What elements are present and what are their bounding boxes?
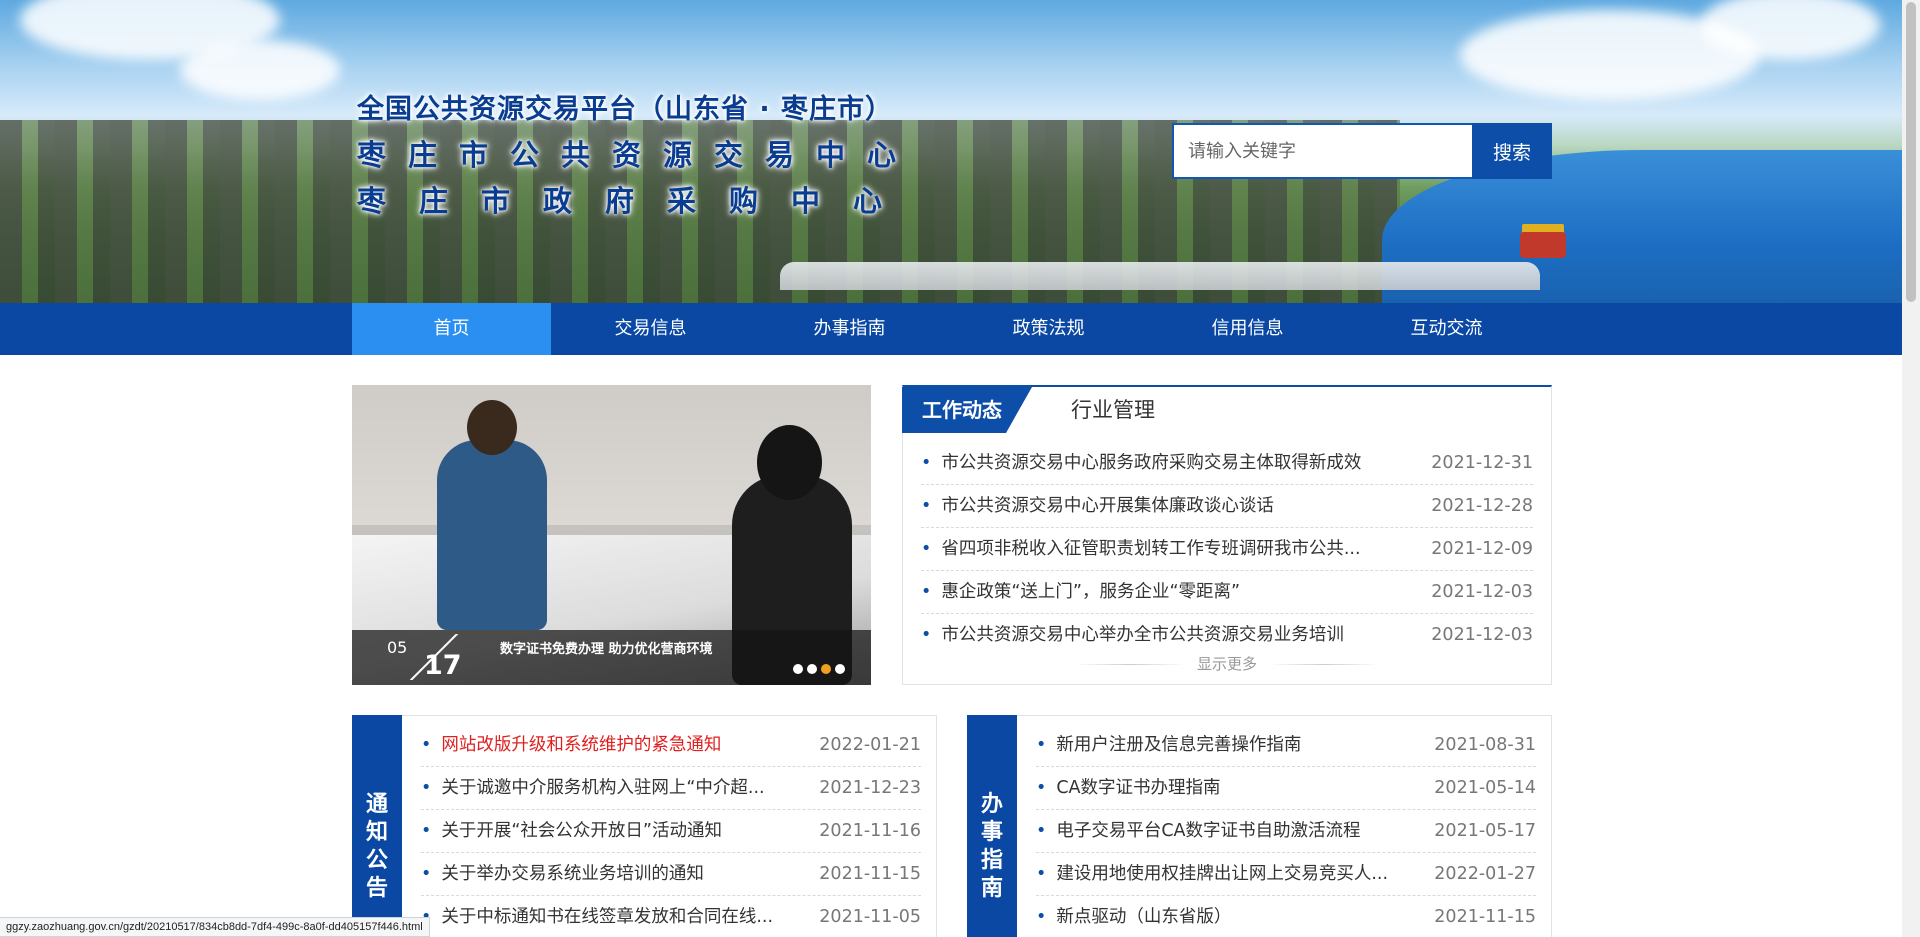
guide-date: 2022-01-27 xyxy=(1434,864,1536,884)
page: 全国公共资源交易平台（山东省 · 枣庄市） 枣庄市公共资源交易中心 枣庄市政府采… xyxy=(0,0,1920,937)
slide-dots xyxy=(793,664,845,674)
news-title[interactable]: 市公共资源交易中心服务政府采购交易主体取得新成效 xyxy=(921,442,1361,484)
side-label-char: 告 xyxy=(365,876,388,901)
site-title-line1: 全国公共资源交易平台（山东省 · 枣庄市） xyxy=(357,94,894,125)
banner-boat xyxy=(1520,232,1566,258)
main-nav: 首页 交易信息 办事指南 政策法规 信用信息 互动交流 xyxy=(0,303,1902,355)
search-button[interactable]: 搜索 xyxy=(1472,123,1552,179)
guide-date: 2021-08-31 xyxy=(1434,735,1536,755)
news-title[interactable]: 省四项非税收入征管职责划转工作专班调研我市公共... xyxy=(921,528,1360,570)
list-item[interactable]: CA数字证书办理指南 2021-05-14 xyxy=(1036,767,1536,810)
show-more-link[interactable]: 显示更多 xyxy=(903,653,1551,674)
notices-side-label: 通 知 公 告 xyxy=(352,715,402,937)
side-label-char: 指 xyxy=(980,848,1003,873)
notice-date: 2022-01-21 xyxy=(819,735,921,755)
nav-item-policy[interactable]: 政策法规 xyxy=(949,303,1148,355)
slide-dot-active[interactable] xyxy=(821,664,831,674)
slide-caption-text[interactable]: 数字证书免费办理 助力优化营商环境 xyxy=(500,638,713,657)
list-item[interactable]: 关于中标通知书在线签章发放和合同在线... 2021-11-05 xyxy=(421,896,921,937)
news-date: 2021-12-09 xyxy=(1431,539,1533,559)
guide-title[interactable]: 新点驱动（山东省版） xyxy=(1036,896,1231,937)
list-item[interactable]: 电子交易平台CA数字证书自助激活流程 2021-05-17 xyxy=(1036,810,1536,853)
nav-item-credit[interactable]: 信用信息 xyxy=(1148,303,1347,355)
site-title-line3: 枣庄市政府采购中心 xyxy=(357,184,916,218)
notices-panel: 通 知 公 告 网站改版升级和系统维护的紧急通知 2022-01-21 关于诚邀中… xyxy=(352,715,937,937)
guide-date: 2021-05-14 xyxy=(1434,778,1536,798)
banner-bridge xyxy=(780,262,1540,290)
photo-slider[interactable]: 05 17 数字证书免费办理 助力优化营商环境 xyxy=(352,385,871,685)
show-more-label[interactable]: 显示更多 xyxy=(1197,655,1257,673)
list-item[interactable]: 新用户注册及信息完善操作指南 2021-08-31 xyxy=(1036,724,1536,767)
slide-month: 05 xyxy=(387,638,408,657)
slide-caption-bar[interactable]: 05 17 数字证书免费办理 助力优化营商环境 xyxy=(352,630,871,685)
search-input[interactable] xyxy=(1172,123,1472,179)
side-label-char: 通 xyxy=(365,792,388,817)
guides-side-label: 办 事 指 南 xyxy=(967,715,1017,937)
nav-item-home[interactable]: 首页 xyxy=(352,303,551,355)
guide-title[interactable]: 新用户注册及信息完善操作指南 xyxy=(1036,724,1301,766)
list-item[interactable]: 市公共资源交易中心服务政府采购交易主体取得新成效 2021-12-31 xyxy=(921,442,1533,485)
guides-list: 新用户注册及信息完善操作指南 2021-08-31 CA数字证书办理指南 2021-… xyxy=(1036,724,1536,937)
list-item[interactable]: 关于举办交易系统业务培训的通知 2021-11-15 xyxy=(421,853,921,896)
notice-title[interactable]: 关于举办交易系统业务培训的通知 xyxy=(421,853,704,895)
slide-dot[interactable] xyxy=(807,664,817,674)
slide-dot[interactable] xyxy=(835,664,845,674)
slide-dot[interactable] xyxy=(793,664,803,674)
notice-title[interactable]: 关于中标通知书在线签章发放和合同在线... xyxy=(421,896,773,937)
site-title-line2: 枣庄市公共资源交易中心 xyxy=(357,138,919,172)
side-label-char: 公 xyxy=(365,848,388,873)
tab-work-news[interactable]: 工作动态 xyxy=(902,387,1032,433)
side-label-char: 事 xyxy=(980,820,1003,845)
list-item[interactable]: 新点驱动（山东省版） 2021-11-15 xyxy=(1036,896,1536,937)
news-panel: 工作动态 行业管理 市公共资源交易中心服务政府采购交易主体取得新成效 2021-1… xyxy=(902,385,1552,685)
side-label-char: 办 xyxy=(980,792,1003,817)
news-title[interactable]: 市公共资源交易中心举办全市公共资源交易业务培训 xyxy=(921,614,1344,657)
guide-title[interactable]: CA数字证书办理指南 xyxy=(1036,767,1220,809)
nav-item-trade-info[interactable]: 交易信息 xyxy=(551,303,750,355)
list-item[interactable]: 市公共资源交易中心举办全市公共资源交易业务培训 2021-12-03 xyxy=(921,614,1533,657)
notice-title[interactable]: 关于诚邀中介服务机构入驻网上“中介超... xyxy=(421,767,764,809)
news-date: 2021-12-03 xyxy=(1431,582,1533,602)
list-item[interactable]: 建设用地使用权挂牌出让网上交易竞买人... 2022-01-27 xyxy=(1036,853,1536,896)
notice-title[interactable]: 网站改版升级和系统维护的紧急通知 xyxy=(421,724,721,766)
notice-date: 2021-11-16 xyxy=(819,821,921,841)
guide-title[interactable]: 建设用地使用权挂牌出让网上交易竞买人... xyxy=(1036,853,1388,895)
list-item[interactable]: 惠企政策“送上门”，服务企业“零距离” 2021-12-03 xyxy=(921,571,1533,614)
list-item[interactable]: 关于诚邀中介服务机构入驻网上“中介超... 2021-12-23 xyxy=(421,767,921,810)
browser-status-bar: ggzy.zaozhuang.gov.cn/gzdt/20210517/834c… xyxy=(0,917,430,937)
notice-date: 2021-11-15 xyxy=(819,864,921,884)
news-list: 市公共资源交易中心服务政府采购交易主体取得新成效 2021-12-31 市公共资源… xyxy=(921,442,1533,657)
news-title[interactable]: 惠企政策“送上门”，服务企业“零距离” xyxy=(921,571,1240,613)
guide-date: 2021-11-15 xyxy=(1434,907,1536,927)
header-banner: 全国公共资源交易平台（山东省 · 枣庄市） 枣庄市公共资源交易中心 枣庄市政府采… xyxy=(0,0,1902,303)
news-tabs: 工作动态 行业管理 xyxy=(902,387,1551,434)
slide-day: 17 xyxy=(424,650,462,681)
site-title: 全国公共资源交易平台（山东省 · 枣庄市） 枣庄市公共资源交易中心 枣庄市政府采… xyxy=(357,87,918,220)
slide-photo-person xyxy=(437,400,547,630)
news-date: 2021-12-03 xyxy=(1431,625,1533,645)
news-date: 2021-12-31 xyxy=(1431,453,1533,473)
list-item[interactable]: 市公共资源交易中心开展集体廉政谈心谈话 2021-12-28 xyxy=(921,485,1533,528)
list-item[interactable]: 网站改版升级和系统维护的紧急通知 2022-01-21 xyxy=(421,724,921,767)
notice-date: 2021-12-23 xyxy=(819,778,921,798)
side-label-char: 南 xyxy=(980,876,1003,901)
banner-cloud xyxy=(180,40,340,100)
search-bar: 搜索 xyxy=(1172,123,1552,179)
page-scrollbar[interactable] xyxy=(1902,0,1920,937)
guides-panel: 办 事 指 南 新用户注册及信息完善操作指南 2021-08-31 CA数字证书办… xyxy=(967,715,1552,937)
nav-item-interaction[interactable]: 互动交流 xyxy=(1347,303,1546,355)
notice-date: 2021-11-05 xyxy=(819,907,921,927)
tab-industry-management[interactable]: 行业管理 xyxy=(1071,387,1155,433)
news-title[interactable]: 市公共资源交易中心开展集体廉政谈心谈话 xyxy=(921,485,1274,527)
list-item[interactable]: 省四项非税收入征管职责划转工作专班调研我市公共... 2021-12-09 xyxy=(921,528,1533,571)
guide-date: 2021-05-17 xyxy=(1434,821,1536,841)
notices-list: 网站改版升级和系统维护的紧急通知 2022-01-21 关于诚邀中介服务机构入驻网… xyxy=(421,724,921,937)
notice-title[interactable]: 关于开展“社会公众开放日”活动通知 xyxy=(421,810,722,852)
list-item[interactable]: 关于开展“社会公众开放日”活动通知 2021-11-16 xyxy=(421,810,921,853)
news-date: 2021-12-28 xyxy=(1431,496,1533,516)
side-label-char: 知 xyxy=(365,820,388,845)
nav-item-guide[interactable]: 办事指南 xyxy=(750,303,949,355)
guide-title[interactable]: 电子交易平台CA数字证书自助激活流程 xyxy=(1036,810,1360,852)
scrollbar-thumb[interactable] xyxy=(1906,2,1916,302)
